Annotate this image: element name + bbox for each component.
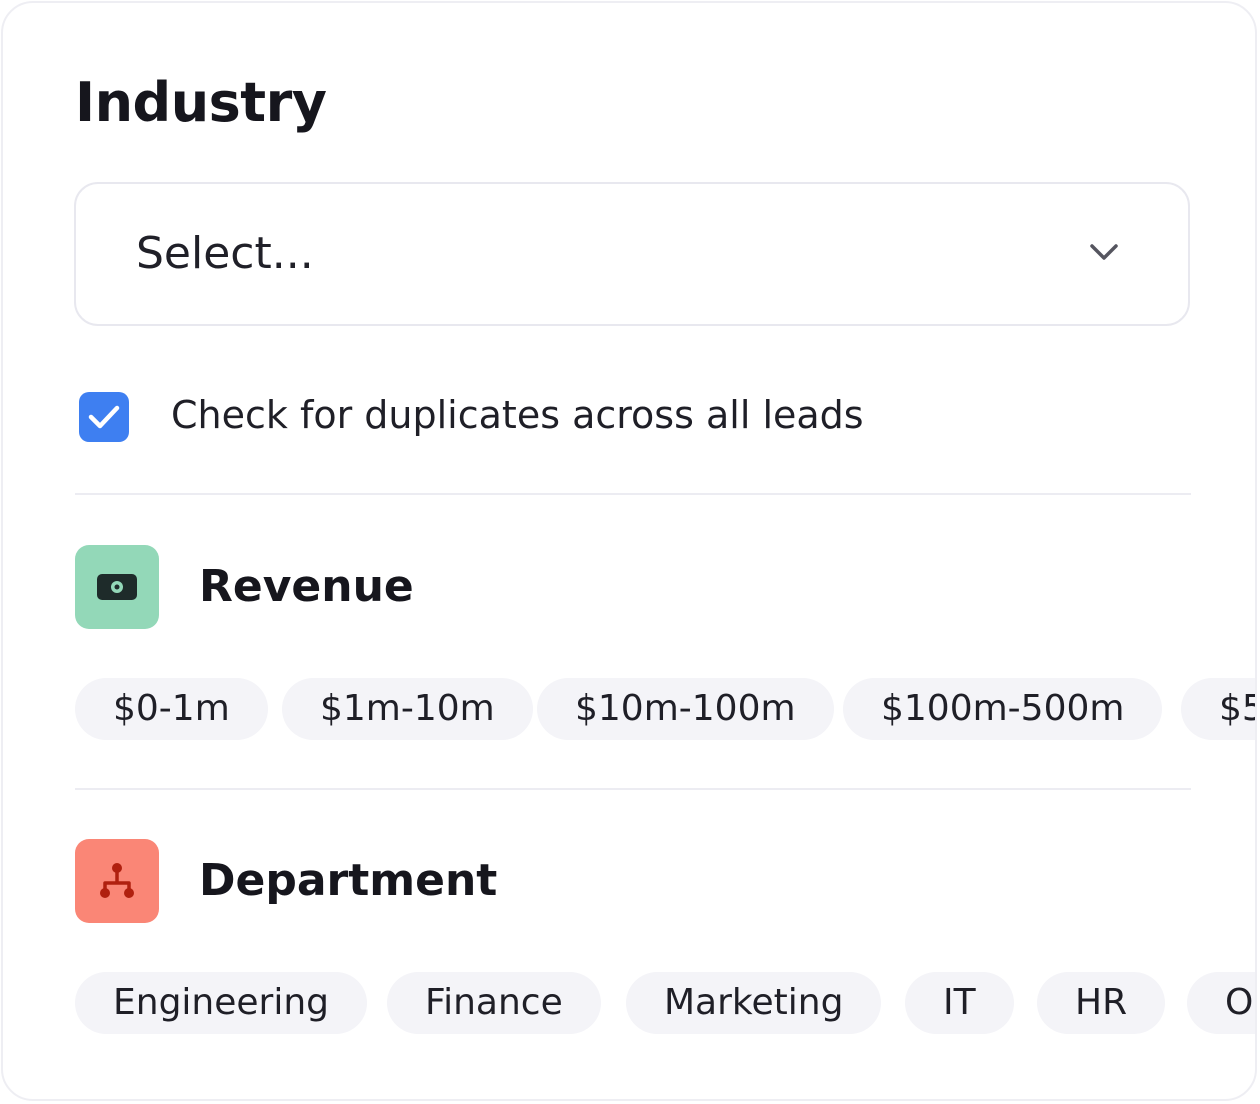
department-chip[interactable]: Marketing	[626, 972, 882, 1034]
money-icon	[97, 574, 137, 600]
department-chip[interactable]: HR	[1037, 972, 1166, 1034]
revenue-chip[interactable]: $0-1m	[75, 678, 268, 740]
revenue-title: Revenue	[199, 561, 414, 612]
chevron-down-icon	[1090, 244, 1118, 260]
revenue-chip[interactable]: $1m-10m	[282, 678, 533, 740]
department-chip[interactable]: IT	[905, 972, 1014, 1034]
department-chip[interactable]: Engineering	[75, 972, 367, 1034]
industry-title: Industry	[75, 71, 327, 134]
industry-select-placeholder: Select...	[136, 228, 314, 279]
department-chip[interactable]: Finance	[387, 972, 601, 1034]
revenue-group-icon	[75, 545, 159, 629]
duplicates-checkbox[interactable]	[79, 392, 129, 442]
department-group-icon	[75, 839, 159, 923]
department-title: Department	[199, 855, 498, 906]
duplicates-checkbox-label: Check for duplicates across all leads	[171, 393, 864, 437]
filter-card: Industry Select... Check for duplicates …	[1, 1, 1257, 1101]
department-chip[interactable]: O	[1187, 972, 1255, 1034]
revenue-chip[interactable]: $5	[1181, 678, 1255, 740]
org-chart-icon	[100, 863, 134, 898]
divider	[75, 493, 1191, 495]
industry-select[interactable]: Select...	[74, 182, 1190, 326]
revenue-chip[interactable]: $10m-100m	[537, 678, 834, 740]
divider	[75, 788, 1191, 790]
revenue-chip[interactable]: $100m-500m	[843, 678, 1163, 740]
checkmark-icon	[88, 405, 120, 429]
